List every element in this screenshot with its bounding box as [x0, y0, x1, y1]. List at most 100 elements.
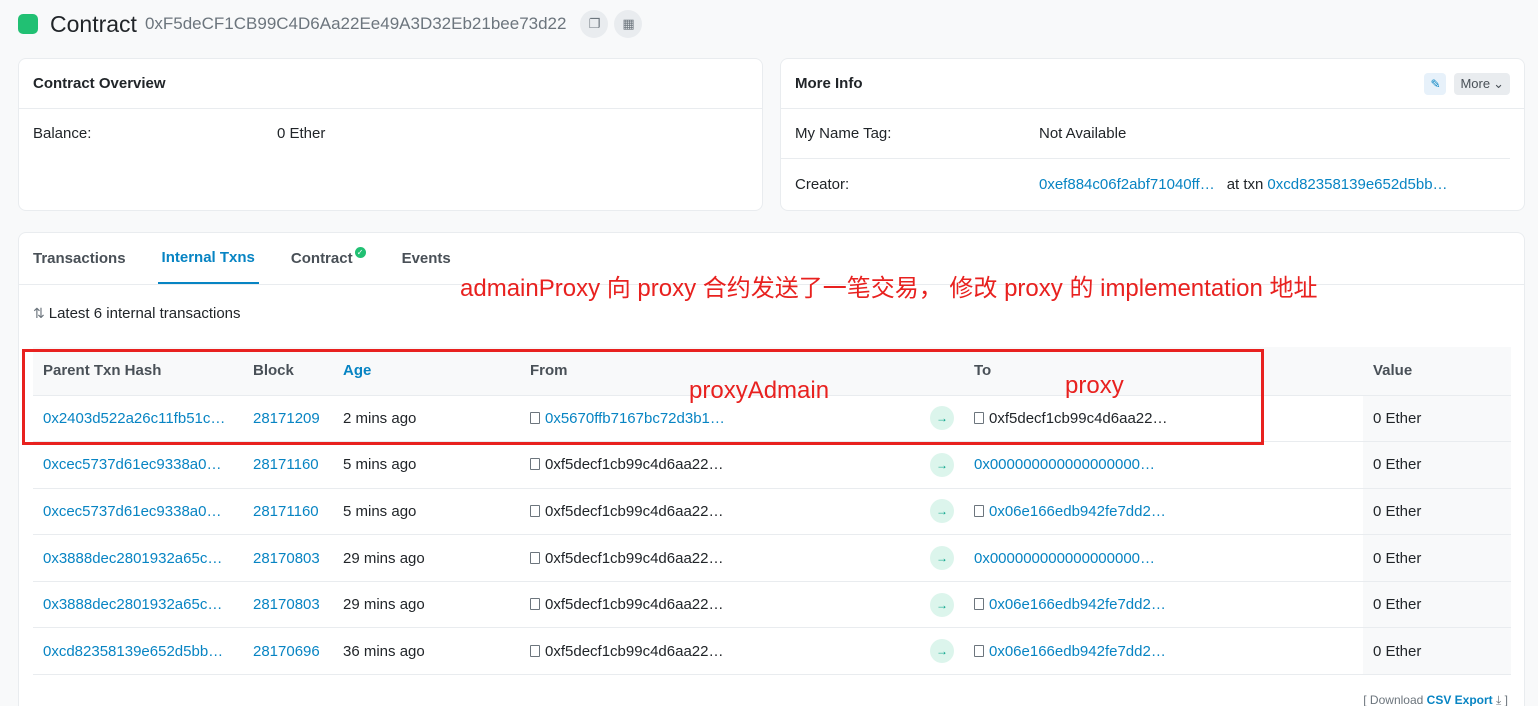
parent-hash-link[interactable]: 0x3888dec2801932a65c… [33, 534, 243, 582]
contract-file-icon [530, 504, 540, 517]
from-cell: 0xf5decf1cb99c4d6aa22… [520, 488, 920, 536]
from-address: 0xf5decf1cb99c4d6aa22… [545, 642, 724, 660]
parent-hash-link[interactable]: 0xcd82358139e652d5bb… [33, 627, 243, 676]
from-address: 0xf5decf1cb99c4d6aa22… [545, 456, 724, 474]
from-cell: 0xf5decf1cb99c4d6aa22… [520, 441, 920, 489]
magic-wand-icon[interactable]: ✎ [1424, 72, 1447, 95]
page-header: Contract 0xF5deCF1CB99C4D6Aa22Ee49A3D32E… [18, 8, 648, 40]
contract-file-icon [530, 598, 540, 611]
download-csv[interactable]: [ Download CSV Export ⤓ ] [1363, 693, 1508, 706]
to-cell: 0x06e166edb942fe7dd2… [964, 627, 1363, 676]
arrow-right-icon: → [930, 592, 954, 617]
arrow-right-icon: → [930, 452, 954, 477]
contract-file-icon [530, 551, 540, 564]
age-cell: 29 mins ago [333, 581, 520, 629]
to-address-link[interactable]: 0x06e166edb942fe7dd2… [989, 596, 1166, 613]
contract-file-icon [974, 598, 984, 611]
direction-cell: → [920, 488, 964, 536]
tab-internal-txns[interactable]: Internal Txns [157, 232, 259, 284]
block-link[interactable]: 28170696 [243, 627, 333, 676]
from-cell: 0xf5decf1cb99c4d6aa22… [520, 534, 920, 582]
age-cell: 36 mins ago [333, 627, 520, 676]
value-cell: 0 Ether [1363, 395, 1511, 443]
balance-value: 0 Ether [277, 125, 326, 142]
parent-hash-link[interactable]: 0xcec5737d61ec9338a0… [33, 441, 243, 489]
tab-events[interactable]: Events [402, 232, 451, 284]
annotation-from: proxyAdmain [689, 377, 830, 404]
direction-cell: → [920, 534, 964, 582]
more-info-card: More Info ✎ More ⌄ My Name Tag: Not Avai… [780, 58, 1525, 211]
to-address-link[interactable]: 0x000000000000000000… [974, 456, 1155, 473]
block-link[interactable]: 28170803 [243, 534, 333, 582]
direction-cell: → [920, 581, 964, 629]
creator-txn-link[interactable]: 0xcd82358139e652d5bb… [1267, 176, 1447, 193]
name-tag-label: My Name Tag: [795, 125, 892, 142]
csv-export-link[interactable]: CSV Export [1427, 693, 1493, 706]
parent-hash-link[interactable]: 0xcec5737d61ec9338a0… [33, 488, 243, 536]
table-row: 0xcec5737d61ec9338a0… 28171160 5 mins ago 0… [33, 488, 1511, 536]
creator-address-link[interactable]: 0xef884c06f2abf71040ff… [1039, 176, 1215, 193]
main-tabs-card: Transactions Internal Txns Contract ✓ Ev… [18, 232, 1525, 706]
to-address-link[interactable]: 0x06e166edb942fe7dd2… [989, 643, 1166, 660]
contract-file-icon [530, 644, 540, 657]
page-title: Contract [50, 10, 137, 37]
arrow-right-icon: → [930, 639, 954, 664]
sort-icon[interactable]: ⇅ [33, 305, 45, 322]
direction-cell: → [920, 441, 964, 489]
table-row: 0xcec5737d61ec9338a0… 28171160 5 mins ago 0… [33, 441, 1511, 489]
annotation-to: proxy [1065, 372, 1124, 399]
chevron-down-icon: ⌄ [1493, 75, 1504, 91]
download-suffix: ⤓ ] [1496, 693, 1508, 706]
age-cell: 5 mins ago [333, 488, 520, 536]
to-cell: 0x06e166edb942fe7dd2… [964, 581, 1363, 629]
parent-hash-link[interactable]: 0x3888dec2801932a65c… [33, 581, 243, 629]
value-cell: 0 Ether [1363, 534, 1511, 582]
from-cell: 0xf5decf1cb99c4d6aa22… [520, 627, 920, 676]
latest-summary: ⇅ Latest 6 internal transactions [33, 305, 241, 322]
tab-transactions[interactable]: Transactions [33, 232, 126, 284]
value-cell: 0 Ether [1363, 581, 1511, 629]
arrow-right-icon: → [930, 499, 954, 524]
verified-check-icon: ✓ [354, 246, 366, 258]
contract-overview-card: Contract Overview Balance: 0 Ether [18, 58, 763, 211]
arrow-right-icon: → [930, 546, 954, 571]
contract-file-icon [530, 458, 540, 471]
latest-label: Latest 6 internal transactions [48, 305, 241, 322]
block-link[interactable]: 28171160 [243, 488, 333, 536]
tab-contract-label: Contract [290, 249, 353, 267]
col-value: Value [1363, 347, 1511, 396]
to-cell: 0x000000000000000000… [964, 441, 1363, 489]
table-row: 0x3888dec2801932a65c… 28170803 29 mins ago… [33, 534, 1511, 582]
more-info-title: More Info [795, 75, 863, 92]
value-cell: 0 Ether [1363, 627, 1511, 676]
direction-cell: → [920, 627, 964, 676]
annotation-main: admainProxy 向 proxy 合约发送了一笔交易， 修改 proxy … [460, 275, 1318, 302]
more-dropdown-button[interactable]: More ⌄ [1454, 72, 1510, 95]
more-label: More [1460, 76, 1491, 91]
age-cell: 5 mins ago [333, 441, 520, 489]
from-address: 0xf5decf1cb99c4d6aa22… [545, 502, 724, 520]
value-cell: 0 Ether [1363, 488, 1511, 536]
contract-address: 0xF5deCF1CB99C4D6Aa22Ee49A3D32Eb21bee73d… [144, 14, 567, 33]
from-cell: 0xf5decf1cb99c4d6aa22… [520, 581, 920, 629]
overview-title: Contract Overview [19, 59, 762, 109]
table-row: 0xcd82358139e652d5bb… 28170696 36 mins ago… [33, 627, 1511, 676]
block-link[interactable]: 28171160 [243, 441, 333, 489]
balance-label: Balance: [33, 125, 92, 142]
name-tag-value: Not Available [1039, 125, 1127, 142]
at-txn-label: at txn [1226, 175, 1264, 193]
contract-file-icon [974, 504, 984, 517]
tab-contract[interactable]: Contract ✓ [291, 232, 366, 284]
to-address-link[interactable]: 0x06e166edb942fe7dd2… [989, 503, 1166, 520]
download-prefix: [ Download [1363, 693, 1424, 706]
table-row: 0x3888dec2801932a65c… 28170803 29 mins ago… [33, 581, 1511, 629]
age-cell: 29 mins ago [333, 534, 520, 582]
copy-icon[interactable]: ❐ [580, 10, 609, 38]
to-cell: 0x000000000000000000… [964, 534, 1363, 582]
block-link[interactable]: 28170803 [243, 581, 333, 629]
qr-code-icon[interactable]: ▦ [614, 10, 643, 38]
contract-file-icon [974, 644, 984, 657]
to-address-link[interactable]: 0x000000000000000000… [974, 550, 1155, 567]
to-cell: 0x06e166edb942fe7dd2… [964, 488, 1363, 536]
creator-label: Creator: [795, 175, 850, 193]
